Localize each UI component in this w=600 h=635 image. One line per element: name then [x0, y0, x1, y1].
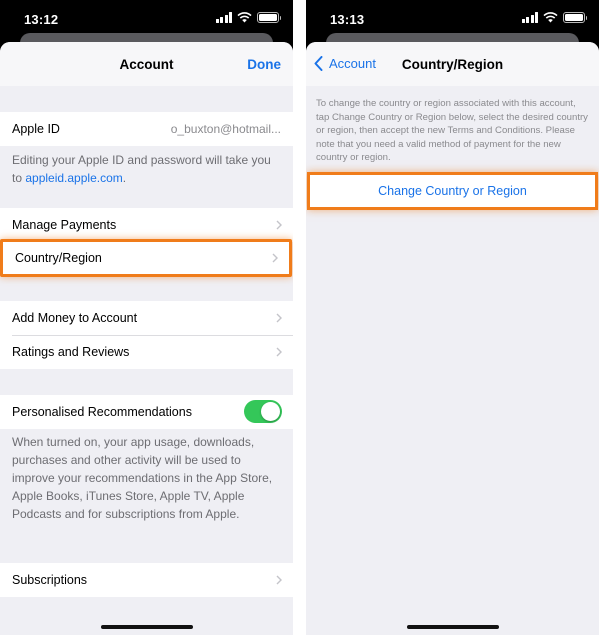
status-time: 13:13: [330, 12, 365, 27]
status-time: 13:12: [24, 12, 59, 27]
home-indicator[interactable]: [100, 625, 193, 629]
battery-icon: [563, 12, 587, 23]
apple-id-group: Apple ID o_buxton@hotmail...: [0, 112, 293, 146]
status-icons: [215, 12, 281, 23]
chevron-right-icon: [276, 575, 282, 585]
toggle-knob: [261, 402, 280, 421]
apple-id-value: o_buxton@hotmail...: [170, 122, 281, 136]
manage-payments-label: Manage Payments: [12, 218, 117, 232]
done-button[interactable]: Done: [247, 57, 281, 72]
home-indicator[interactable]: [406, 625, 499, 629]
change-country-region-button[interactable]: Change Country or Region: [307, 172, 598, 210]
country-region-screen: 13:13 Account Country/Region To change t…: [306, 0, 599, 635]
recommendations-row: Personalised Recommendations: [0, 395, 293, 429]
subscriptions-group: Subscriptions: [0, 563, 293, 597]
recommendations-note: When turned on, your app usage, download…: [12, 435, 273, 521]
ratings-reviews-row[interactable]: Ratings and Reviews: [0, 335, 293, 369]
subscriptions-label: Subscriptions: [12, 573, 88, 587]
money-group: Add Money to Account Ratings and Reviews: [0, 301, 293, 369]
cellular-signal-icon: [215, 12, 232, 23]
subscriptions-row[interactable]: Subscriptions: [0, 563, 293, 597]
recommendations-toggle[interactable]: [244, 400, 282, 423]
country-region-row[interactable]: Country/Region: [3, 242, 289, 274]
country-region-sheet: Account Country/Region To change the cou…: [306, 42, 599, 635]
country-region-highlight: Country/Region: [0, 239, 292, 277]
recommendations-label: Personalised Recommendations: [12, 405, 192, 419]
cellular-signal-icon: [521, 12, 538, 23]
account-screen: 13:12 Account Done Apple ID o_buxton@hot…: [0, 0, 293, 635]
add-money-row[interactable]: Add Money to Account: [0, 301, 293, 335]
navigation-bar: Account Done: [0, 42, 293, 86]
recommendations-group: Personalised Recommendations: [0, 395, 293, 429]
wifi-icon: [543, 12, 558, 23]
ratings-reviews-label: Ratings and Reviews: [12, 345, 130, 359]
apple-id-label: Apple ID: [12, 122, 60, 136]
chevron-right-icon: [272, 253, 278, 263]
manage-payments-row[interactable]: Manage Payments: [0, 208, 293, 242]
country-change-description: To change the country or region associat…: [316, 98, 588, 163]
chevron-right-icon: [276, 313, 282, 323]
apple-id-row[interactable]: Apple ID o_buxton@hotmail...: [0, 112, 293, 146]
country-region-label: Country/Region: [15, 251, 102, 265]
wifi-icon: [237, 12, 252, 23]
chevron-right-icon: [276, 220, 282, 230]
account-sheet: Account Done Apple ID o_buxton@hotmail..…: [0, 42, 293, 635]
payments-group: Manage Payments: [0, 208, 293, 242]
navigation-bar: Account Country/Region: [306, 42, 599, 86]
appleid-link[interactable]: appleid.apple.com: [25, 171, 122, 185]
battery-icon: [257, 12, 281, 23]
page-title: Country/Region: [401, 57, 504, 72]
status-icons: [521, 12, 587, 23]
apple-id-note: Editing your Apple ID and password will …: [12, 153, 271, 185]
add-money-label: Add Money to Account: [12, 311, 138, 325]
chevron-right-icon: [276, 347, 282, 357]
change-country-region-label: Change Country or Region: [378, 184, 527, 198]
